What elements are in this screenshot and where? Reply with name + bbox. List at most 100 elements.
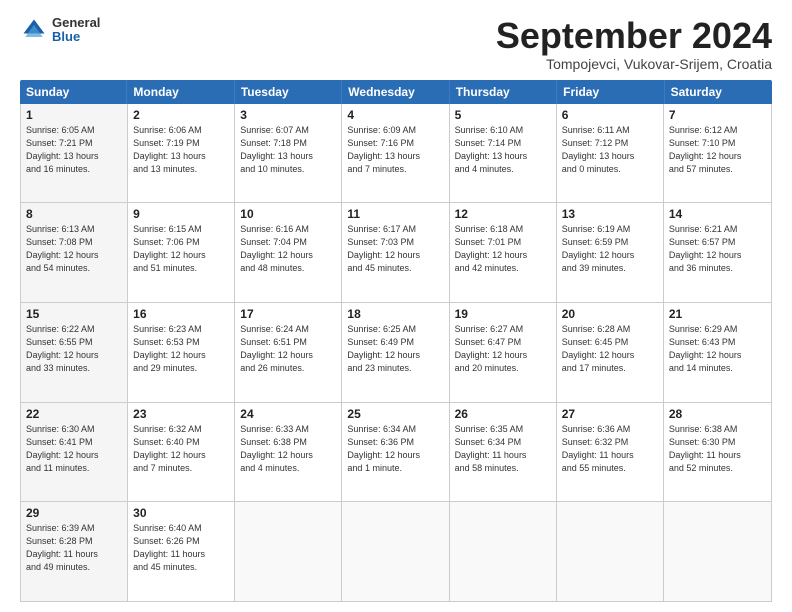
logo-blue: Blue — [52, 30, 100, 44]
cell-w4-thu: 26 Sunrise: 6:35 AMSunset: 6:34 PMDaylig… — [450, 403, 557, 502]
cell-w3-tue: 17 Sunrise: 6:24 AMSunset: 6:51 PMDaylig… — [235, 303, 342, 402]
cell-text: Sunrise: 6:13 AMSunset: 7:08 PMDaylight:… — [26, 223, 122, 275]
week-2: 8 Sunrise: 6:13 AMSunset: 7:08 PMDayligh… — [21, 203, 771, 303]
cell-text: Sunrise: 6:27 AMSunset: 6:47 PMDaylight:… — [455, 323, 551, 375]
day-num: 19 — [455, 307, 551, 321]
cell-w4-mon: 23 Sunrise: 6:32 AMSunset: 6:40 PMDaylig… — [128, 403, 235, 502]
cell-w4-wed: 25 Sunrise: 6:34 AMSunset: 6:36 PMDaylig… — [342, 403, 449, 502]
cell-w3-thu: 19 Sunrise: 6:27 AMSunset: 6:47 PMDaylig… — [450, 303, 557, 402]
cell-w5-sat — [664, 502, 771, 601]
day-num: 30 — [133, 506, 229, 520]
cell-text: Sunrise: 6:18 AMSunset: 7:01 PMDaylight:… — [455, 223, 551, 275]
cell-text: Sunrise: 6:40 AMSunset: 6:26 PMDaylight:… — [133, 522, 229, 574]
cell-w5-mon: 30 Sunrise: 6:40 AMSunset: 6:26 PMDaylig… — [128, 502, 235, 601]
day-num: 22 — [26, 407, 122, 421]
header-friday: Friday — [557, 80, 664, 104]
day-num: 3 — [240, 108, 336, 122]
cell-w1-sun: 1 Sunrise: 6:05 AMSunset: 7:21 PMDayligh… — [21, 104, 128, 203]
calendar-header: Sunday Monday Tuesday Wednesday Thursday… — [20, 80, 772, 104]
day-num: 5 — [455, 108, 551, 122]
day-num: 9 — [133, 207, 229, 221]
cell-text: Sunrise: 6:28 AMSunset: 6:45 PMDaylight:… — [562, 323, 658, 375]
cell-text: Sunrise: 6:22 AMSunset: 6:55 PMDaylight:… — [26, 323, 122, 375]
cell-text: Sunrise: 6:05 AMSunset: 7:21 PMDaylight:… — [26, 124, 122, 176]
cell-text: Sunrise: 6:11 AMSunset: 7:12 PMDaylight:… — [562, 124, 658, 176]
cell-text: Sunrise: 6:23 AMSunset: 6:53 PMDaylight:… — [133, 323, 229, 375]
cell-text: Sunrise: 6:30 AMSunset: 6:41 PMDaylight:… — [26, 423, 122, 475]
calendar: Sunday Monday Tuesday Wednesday Thursday… — [20, 80, 772, 602]
cell-text: Sunrise: 6:06 AMSunset: 7:19 PMDaylight:… — [133, 124, 229, 176]
day-num: 10 — [240, 207, 336, 221]
logo: General Blue — [20, 16, 100, 45]
cell-text: Sunrise: 6:35 AMSunset: 6:34 PMDaylight:… — [455, 423, 551, 475]
cell-text: Sunrise: 6:39 AMSunset: 6:28 PMDaylight:… — [26, 522, 122, 574]
cell-text: Sunrise: 6:36 AMSunset: 6:32 PMDaylight:… — [562, 423, 658, 475]
day-num: 23 — [133, 407, 229, 421]
cell-w5-tue — [235, 502, 342, 601]
logo-general: General — [52, 16, 100, 30]
day-num: 1 — [26, 108, 122, 122]
cell-w1-mon: 2 Sunrise: 6:06 AMSunset: 7:19 PMDayligh… — [128, 104, 235, 203]
week-1: 1 Sunrise: 6:05 AMSunset: 7:21 PMDayligh… — [21, 104, 771, 204]
month-title: September 2024 — [496, 16, 772, 56]
day-num: 16 — [133, 307, 229, 321]
cell-text: Sunrise: 6:24 AMSunset: 6:51 PMDaylight:… — [240, 323, 336, 375]
logo-text: General Blue — [52, 16, 100, 45]
cell-w5-thu — [450, 502, 557, 601]
cell-w3-sun: 15 Sunrise: 6:22 AMSunset: 6:55 PMDaylig… — [21, 303, 128, 402]
day-num: 4 — [347, 108, 443, 122]
cell-w4-tue: 24 Sunrise: 6:33 AMSunset: 6:38 PMDaylig… — [235, 403, 342, 502]
day-num: 24 — [240, 407, 336, 421]
day-num: 11 — [347, 207, 443, 221]
day-num: 25 — [347, 407, 443, 421]
cell-w2-fri: 13 Sunrise: 6:19 AMSunset: 6:59 PMDaylig… — [557, 203, 664, 302]
calendar-body: 1 Sunrise: 6:05 AMSunset: 7:21 PMDayligh… — [20, 104, 772, 602]
cell-w4-sat: 28 Sunrise: 6:38 AMSunset: 6:30 PMDaylig… — [664, 403, 771, 502]
day-num: 21 — [669, 307, 766, 321]
cell-w3-sat: 21 Sunrise: 6:29 AMSunset: 6:43 PMDaylig… — [664, 303, 771, 402]
cell-w3-wed: 18 Sunrise: 6:25 AMSunset: 6:49 PMDaylig… — [342, 303, 449, 402]
day-num: 18 — [347, 307, 443, 321]
title-block: September 2024 Tompojevci, Vukovar-Srije… — [496, 16, 772, 72]
cell-w3-fri: 20 Sunrise: 6:28 AMSunset: 6:45 PMDaylig… — [557, 303, 664, 402]
cell-w2-mon: 9 Sunrise: 6:15 AMSunset: 7:06 PMDayligh… — [128, 203, 235, 302]
header-wednesday: Wednesday — [342, 80, 449, 104]
location: Tompojevci, Vukovar-Srijem, Croatia — [496, 56, 772, 72]
logo-icon — [20, 16, 48, 44]
cell-w3-mon: 16 Sunrise: 6:23 AMSunset: 6:53 PMDaylig… — [128, 303, 235, 402]
cell-w5-sun: 29 Sunrise: 6:39 AMSunset: 6:28 PMDaylig… — [21, 502, 128, 601]
cell-w5-fri — [557, 502, 664, 601]
header-saturday: Saturday — [665, 80, 772, 104]
week-5: 29 Sunrise: 6:39 AMSunset: 6:28 PMDaylig… — [21, 502, 771, 601]
header-thursday: Thursday — [450, 80, 557, 104]
cell-text: Sunrise: 6:10 AMSunset: 7:14 PMDaylight:… — [455, 124, 551, 176]
cell-w2-wed: 11 Sunrise: 6:17 AMSunset: 7:03 PMDaylig… — [342, 203, 449, 302]
day-num: 2 — [133, 108, 229, 122]
cell-text: Sunrise: 6:12 AMSunset: 7:10 PMDaylight:… — [669, 124, 766, 176]
header: General Blue September 2024 Tompojevci, … — [20, 16, 772, 72]
day-num: 6 — [562, 108, 658, 122]
cell-w4-sun: 22 Sunrise: 6:30 AMSunset: 6:41 PMDaylig… — [21, 403, 128, 502]
cell-text: Sunrise: 6:15 AMSunset: 7:06 PMDaylight:… — [133, 223, 229, 275]
cell-text: Sunrise: 6:32 AMSunset: 6:40 PMDaylight:… — [133, 423, 229, 475]
cell-w1-tue: 3 Sunrise: 6:07 AMSunset: 7:18 PMDayligh… — [235, 104, 342, 203]
day-num: 29 — [26, 506, 122, 520]
cell-text: Sunrise: 6:19 AMSunset: 6:59 PMDaylight:… — [562, 223, 658, 275]
cell-w1-thu: 5 Sunrise: 6:10 AMSunset: 7:14 PMDayligh… — [450, 104, 557, 203]
cell-text: Sunrise: 6:07 AMSunset: 7:18 PMDaylight:… — [240, 124, 336, 176]
day-num: 12 — [455, 207, 551, 221]
page: General Blue September 2024 Tompojevci, … — [0, 0, 792, 612]
cell-text: Sunrise: 6:34 AMSunset: 6:36 PMDaylight:… — [347, 423, 443, 475]
day-num: 26 — [455, 407, 551, 421]
cell-text: Sunrise: 6:16 AMSunset: 7:04 PMDaylight:… — [240, 223, 336, 275]
day-num: 27 — [562, 407, 658, 421]
cell-w2-sat: 14 Sunrise: 6:21 AMSunset: 6:57 PMDaylig… — [664, 203, 771, 302]
header-monday: Monday — [127, 80, 234, 104]
cell-w2-thu: 12 Sunrise: 6:18 AMSunset: 7:01 PMDaylig… — [450, 203, 557, 302]
cell-w2-tue: 10 Sunrise: 6:16 AMSunset: 7:04 PMDaylig… — [235, 203, 342, 302]
week-4: 22 Sunrise: 6:30 AMSunset: 6:41 PMDaylig… — [21, 403, 771, 503]
cell-w4-fri: 27 Sunrise: 6:36 AMSunset: 6:32 PMDaylig… — [557, 403, 664, 502]
cell-text: Sunrise: 6:09 AMSunset: 7:16 PMDaylight:… — [347, 124, 443, 176]
cell-text: Sunrise: 6:17 AMSunset: 7:03 PMDaylight:… — [347, 223, 443, 275]
week-3: 15 Sunrise: 6:22 AMSunset: 6:55 PMDaylig… — [21, 303, 771, 403]
